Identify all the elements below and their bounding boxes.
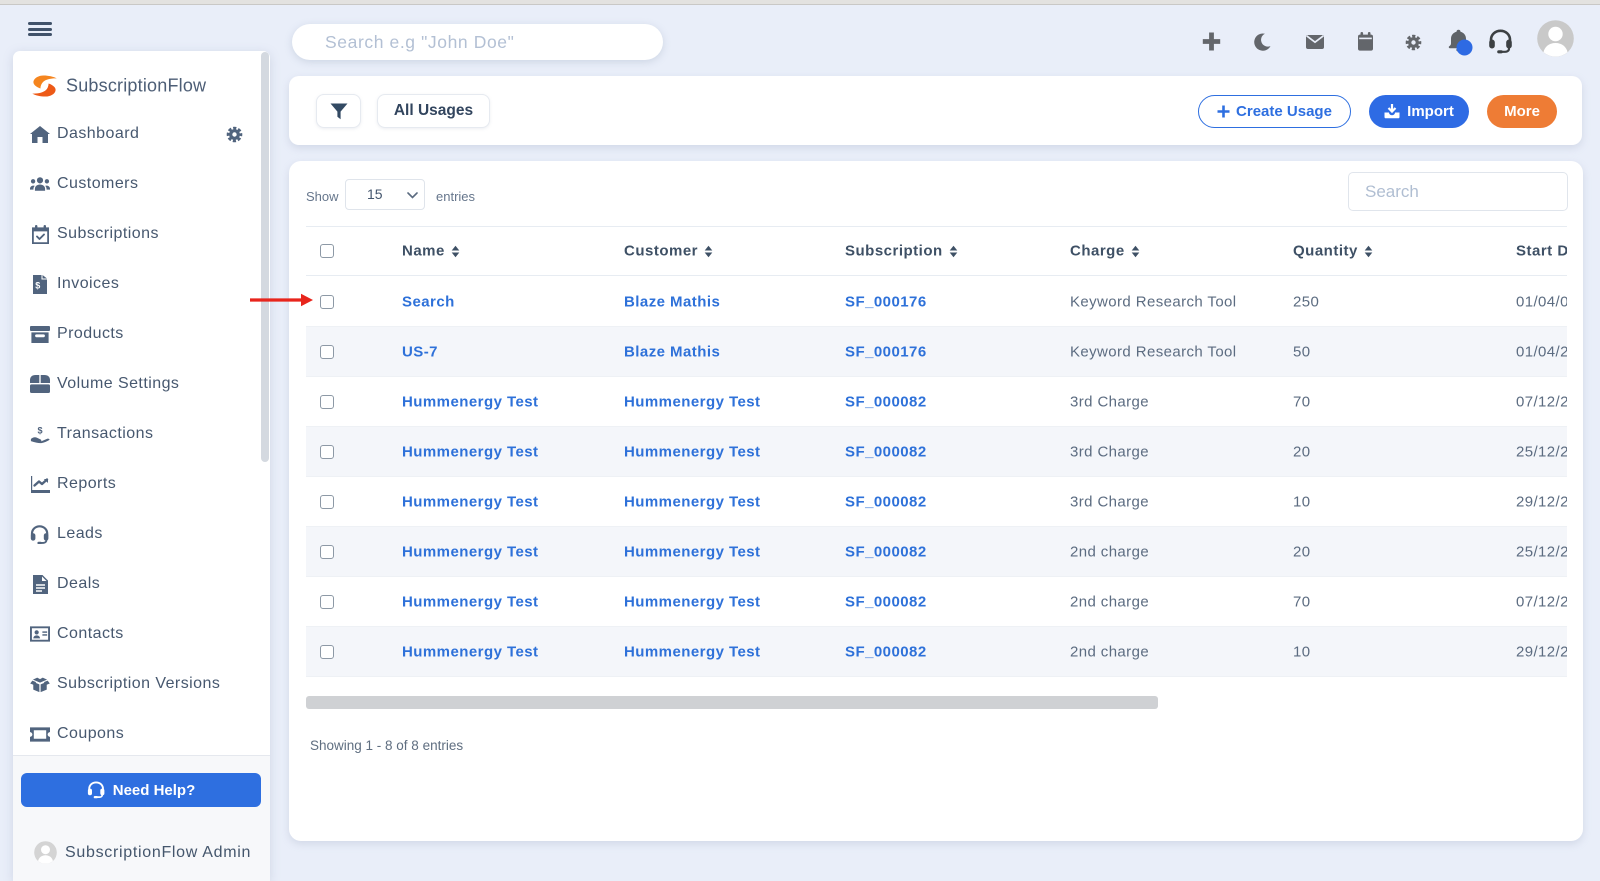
svg-text:$: $	[35, 280, 40, 290]
svg-text:$: $	[37, 425, 42, 435]
